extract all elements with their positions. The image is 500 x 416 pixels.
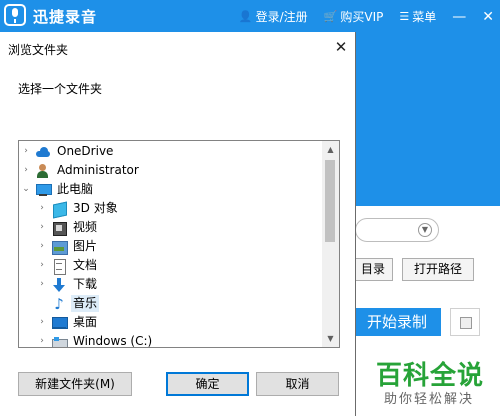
login-link[interactable]: 👤 登录/注册 <box>239 8 308 25</box>
dialog-close-button[interactable]: ✕ <box>330 37 352 57</box>
tree-item-onedrive[interactable]: › OneDrive <box>21 142 321 161</box>
browse-folder-dialog: 浏览文件夹 ✕ 选择一个文件夹 › OneDrive › Administrat… <box>0 32 356 416</box>
scroll-down-icon[interactable]: ▼ <box>322 330 339 347</box>
tree-item-music[interactable]: ♪ 音乐 <box>37 294 337 313</box>
app-title: 迅捷录音 <box>33 8 98 26</box>
music-icon: ♪ <box>54 294 64 313</box>
cancel-button[interactable]: 取消 <box>256 372 339 396</box>
tree-item-label: OneDrive <box>57 144 114 158</box>
start-record-button[interactable]: 开始录制 <box>353 308 441 336</box>
scroll-up-icon[interactable]: ▲ <box>322 141 339 158</box>
chevron-right-icon[interactable]: › <box>37 256 47 275</box>
chevron-right-icon[interactable]: › <box>21 161 31 180</box>
chevron-right-icon[interactable]: › <box>37 199 47 218</box>
minimize-button[interactable]: — <box>452 9 466 25</box>
close-app-button[interactable]: ✕ <box>482 9 494 25</box>
tree-item-3d-objects[interactable]: › 3D 对象 <box>37 199 337 218</box>
stop-button[interactable] <box>450 308 480 336</box>
tree-item-pictures[interactable]: › 图片 <box>37 237 337 256</box>
onedrive-icon <box>35 144 51 160</box>
tree-expander-empty <box>37 294 47 313</box>
buy-vip-link[interactable]: 🛒 购买VIP <box>324 8 384 25</box>
tree-item-administrator[interactable]: › Administrator <box>21 161 321 180</box>
tree-item-label: Administrator <box>57 163 139 177</box>
scrollbar-thumb[interactable] <box>325 160 335 242</box>
chevron-down-icon: ▼ <box>418 223 432 237</box>
download-icon <box>51 277 67 293</box>
chevron-right-icon[interactable]: › <box>37 237 47 256</box>
tree-item-desktop[interactable]: › 桌面 <box>37 313 337 332</box>
document-icon <box>51 258 67 275</box>
3d-objects-icon <box>51 201 67 217</box>
dialog-prompt: 选择一个文件夹 <box>18 82 103 96</box>
app-header: 迅捷录音 👤 登录/注册 🛒 购买VIP ☰ 菜单 — ✕ <box>0 0 500 32</box>
tree-item-label: 视频 <box>73 220 98 234</box>
computer-icon <box>35 182 52 198</box>
tree-item-videos[interactable]: › 视频 <box>37 218 337 237</box>
chevron-down-icon[interactable]: ⌄ <box>21 180 31 199</box>
menu-label: 菜单 <box>412 10 437 24</box>
tree-item-windows-c[interactable]: › Windows (C:) <box>37 332 337 348</box>
menu-icon: ☰ <box>399 10 410 23</box>
app-nav: 👤 登录/注册 🛒 购买VIP ☰ 菜单 — ✕ <box>239 8 494 25</box>
folder-tree[interactable]: › OneDrive › Administrator ⌄ 此电脑 › 3D 对象… <box>18 140 340 348</box>
chevron-right-icon[interactable]: › <box>21 142 31 161</box>
directory-button[interactable]: 目录 <box>353 258 393 281</box>
watermark-brand: 百科全说 <box>376 361 485 391</box>
desktop-icon <box>51 315 68 331</box>
chevron-right-icon[interactable]: › <box>37 218 47 237</box>
tree-item-label: 音乐 <box>71 295 100 312</box>
chevron-right-icon[interactable]: › <box>37 275 47 294</box>
tree-item-label: 此电脑 <box>57 182 94 196</box>
tree-item-label: 文档 <box>73 258 98 272</box>
tree-item-label: Windows (C:) <box>73 334 153 348</box>
menu-button[interactable]: ☰ 菜单 <box>399 8 436 25</box>
chevron-right-icon[interactable]: › <box>37 332 47 347</box>
buy-vip-label: 购买VIP <box>340 10 384 24</box>
login-label: 登录/注册 <box>255 10 308 24</box>
tree-item-this-pc[interactable]: ⌄ 此电脑 <box>21 180 321 199</box>
source-select[interactable]: ▼ <box>355 218 439 242</box>
chevron-right-icon[interactable]: › <box>37 313 47 332</box>
watermark-slogan: 助你轻松解决 <box>384 392 475 407</box>
tree-item-label: 下载 <box>73 277 98 291</box>
user-icon <box>35 163 51 179</box>
microphone-logo-icon <box>4 4 26 26</box>
tree-item-label: 图片 <box>73 239 98 253</box>
drive-icon <box>51 334 68 347</box>
tree-item-documents[interactable]: › 文档 <box>37 256 337 275</box>
tree-item-label: 3D 对象 <box>73 201 118 215</box>
picture-icon <box>51 239 68 255</box>
tree-item-label: 桌面 <box>73 315 98 329</box>
app-banner <box>350 32 500 206</box>
new-folder-button[interactable]: 新建文件夹(M) <box>18 372 132 396</box>
dialog-title: 浏览文件夹 <box>8 43 69 57</box>
tree-scrollbar[interactable]: ▲ ▼ <box>322 141 339 347</box>
user-icon: 👤 <box>238 10 253 23</box>
ok-button[interactable]: 确定 <box>166 372 249 396</box>
cart-icon: 🛒 <box>323 10 338 23</box>
video-icon <box>51 220 67 236</box>
open-path-button[interactable]: 打开路径 <box>402 258 474 281</box>
tree-item-downloads[interactable]: › 下载 <box>37 275 337 294</box>
